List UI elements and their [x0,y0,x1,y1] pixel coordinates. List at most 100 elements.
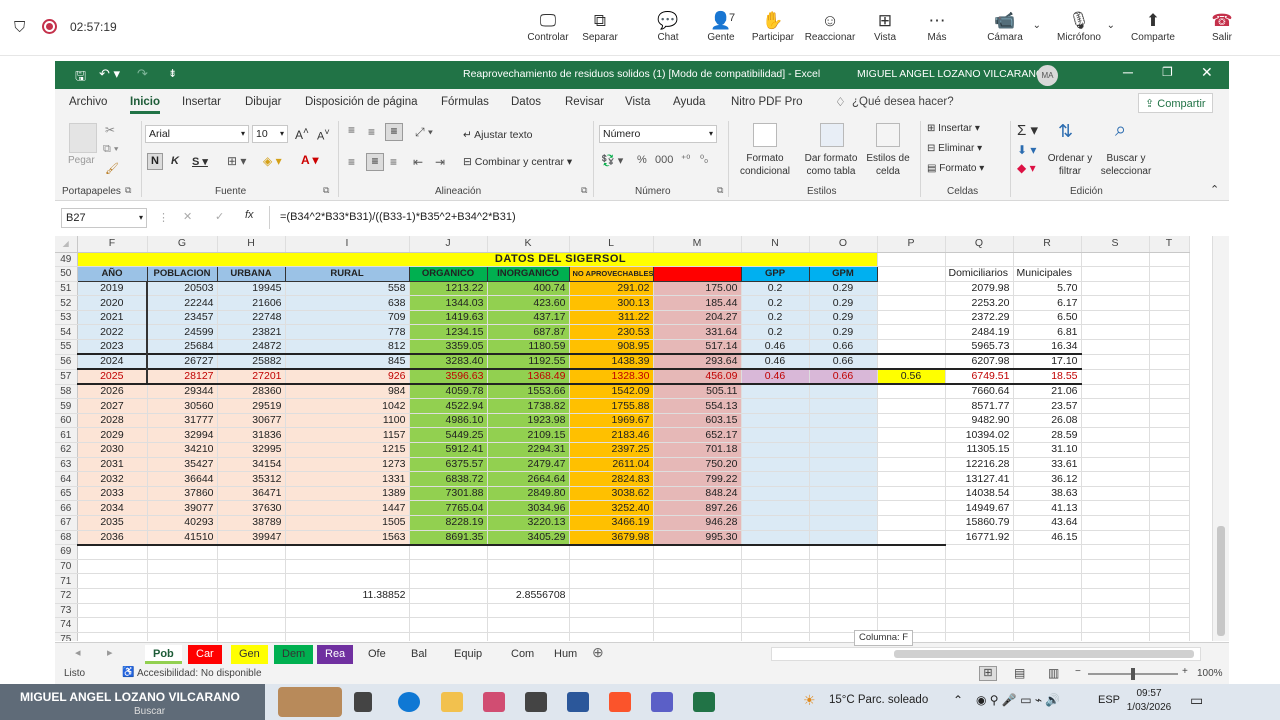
sheet-cell[interactable] [1013,559,1082,575]
data-cell[interactable] [877,413,946,429]
shrink-font-icon[interactable]: A˅ [317,127,330,143]
data-cell[interactable]: 25684 [146,339,218,355]
row-header[interactable]: 57 [55,369,78,385]
data-cell[interactable]: 400.74 [487,281,570,297]
data-cell[interactable] [877,281,946,297]
sheet-cell[interactable] [1081,427,1150,444]
sheet-cell[interactable] [1081,632,1150,641]
sheet-cell[interactable] [409,603,488,619]
sheet-tab-rea[interactable]: Rea [317,645,354,664]
sheet-cell[interactable] [1081,339,1150,355]
sheet-cell[interactable] [217,544,286,560]
data-cell[interactable] [877,471,946,487]
sheet-tab-hum[interactable]: Hum [546,645,585,664]
data-cell[interactable]: 2022 [77,324,148,341]
data-cell[interactable] [877,384,946,400]
data-cell[interactable]: 293.64 [653,353,742,370]
sheet-cell[interactable] [77,559,148,575]
sheet-cell[interactable] [147,603,218,619]
data-cell[interactable]: 638 [285,295,410,311]
data-cell[interactable]: 9482.90 [944,413,1014,429]
sheet-cell[interactable] [1081,588,1150,604]
row-header[interactable]: 75 [55,632,78,641]
sheet-cell[interactable]: 11.38852 [285,588,410,604]
data-cell[interactable]: 0.66 [809,368,878,386]
taskbar-search[interactable]: Buscar [134,706,165,717]
row-header[interactable]: 61 [55,427,78,444]
sheet-cell[interactable] [1081,515,1150,531]
sheet-cell[interactable] [653,632,742,641]
data-cell[interactable] [809,457,878,473]
data-cell[interactable]: 40293 [147,515,218,531]
data-cell[interactable]: 16.34 [1013,339,1082,355]
data-cell[interactable]: 2026 [77,384,148,400]
data-cell[interactable]: 3038.62 [569,486,654,502]
share-button[interactable]: ⇪ Compartir [1138,93,1213,113]
data-cell[interactable]: 25882 [217,353,286,370]
data-cell[interactable]: 37630 [217,500,286,516]
meeting-button-cámara[interactable]: 📹 Cámara ⌄ [975,10,1041,43]
data-cell[interactable]: 2397.25 [569,442,654,458]
dialog-launcher-icon[interactable]: ⧉ [581,185,587,196]
data-cell[interactable]: 2025 [77,368,148,386]
accessibility-icon[interactable]: ♿ [122,667,134,678]
font-color-icon[interactable]: A ▾ [301,153,319,167]
meeting-button-micrófono[interactable]: 🎙 Micrófono ⌄ [1049,10,1115,43]
data-cell[interactable]: 29519 [217,398,286,414]
data-cell[interactable]: 845 [285,353,410,370]
sheet-cell[interactable] [217,573,286,589]
sheet-cell[interactable] [741,603,810,619]
data-cell[interactable]: 2027 [77,398,148,414]
data-cell[interactable]: 36471 [217,486,286,502]
sheet-cell[interactable] [809,559,878,575]
sheet-cell[interactable] [945,617,1014,633]
sheet-cell[interactable] [1149,588,1190,604]
sheet-cell[interactable] [285,617,410,633]
data-cell[interactable]: 41510 [147,530,218,546]
sheet-cell[interactable] [569,632,654,641]
italic-button[interactable]: K [171,155,179,167]
tray-icons[interactable]: ◉ ⚲ 🎤 ▭ ⌁ 🔊 [976,693,1060,707]
meeting-button-chat[interactable]: 💬 Chat [638,10,698,43]
ribbon-tab-inicio[interactable]: Inicio [130,96,161,114]
data-cell[interactable]: 37860 [147,486,218,502]
data-cell[interactable]: 22244 [146,295,218,311]
row-header[interactable]: 70 [55,559,78,575]
add-sheet-icon[interactable]: ⊕ [592,644,604,661]
grow-font-icon[interactable]: A˄ [295,126,309,142]
ribbon-tab-dibujar[interactable]: Dibujar [245,96,281,108]
data-cell[interactable]: 1344.03 [409,295,488,311]
sheet-cell[interactable] [1149,530,1190,546]
data-cell[interactable]: 31.10 [1013,442,1082,458]
data-cell[interactable]: 6375.57 [409,457,488,473]
sheet-tab-ofe[interactable]: Ofe [360,645,394,664]
format-cells-button[interactable]: ▤ Formato ▾ [927,163,984,174]
column-header-J[interactable]: J [409,236,488,253]
data-cell[interactable]: 23457 [146,310,218,326]
header-cell[interactable]: AÑO [76,266,148,282]
data-cell[interactable]: 3252.40 [569,500,654,516]
data-cell[interactable]: 31836 [217,427,286,444]
excel-taskbar-icon[interactable] [693,692,715,712]
sheet-cell[interactable] [1149,442,1190,458]
data-cell[interactable]: 12216.28 [944,457,1014,473]
sheet-cell[interactable] [1149,515,1190,531]
row-header[interactable]: 73 [55,603,78,619]
meeting-button-comparte[interactable]: ⬆ Comparte [1123,10,1183,43]
ribbon-tab-datos[interactable]: Datos [511,96,541,108]
prev-sheet-icon[interactable]: ◂ [75,646,81,659]
data-cell[interactable]: 39077 [147,500,218,516]
data-cell[interactable]: 6.50 [1013,310,1082,326]
sheet-cell[interactable] [147,588,218,604]
sheet-cell[interactable] [1149,413,1190,429]
sheet-cell[interactable] [945,559,1014,575]
data-cell[interactable]: 2849.80 [487,486,570,502]
cancel-icon[interactable]: ✕ [183,210,192,223]
data-cell[interactable]: 0.2 [741,281,810,297]
fill-color-icon[interactable]: ◈ ▾ [263,154,282,168]
copy-icon[interactable]: ⧉ ▾ [103,143,119,156]
sheet-cell[interactable] [1081,266,1150,282]
data-cell[interactable]: 1447 [285,500,410,516]
minimize-icon[interactable]: ─ [1123,64,1133,80]
sheet-cell[interactable] [285,632,410,641]
